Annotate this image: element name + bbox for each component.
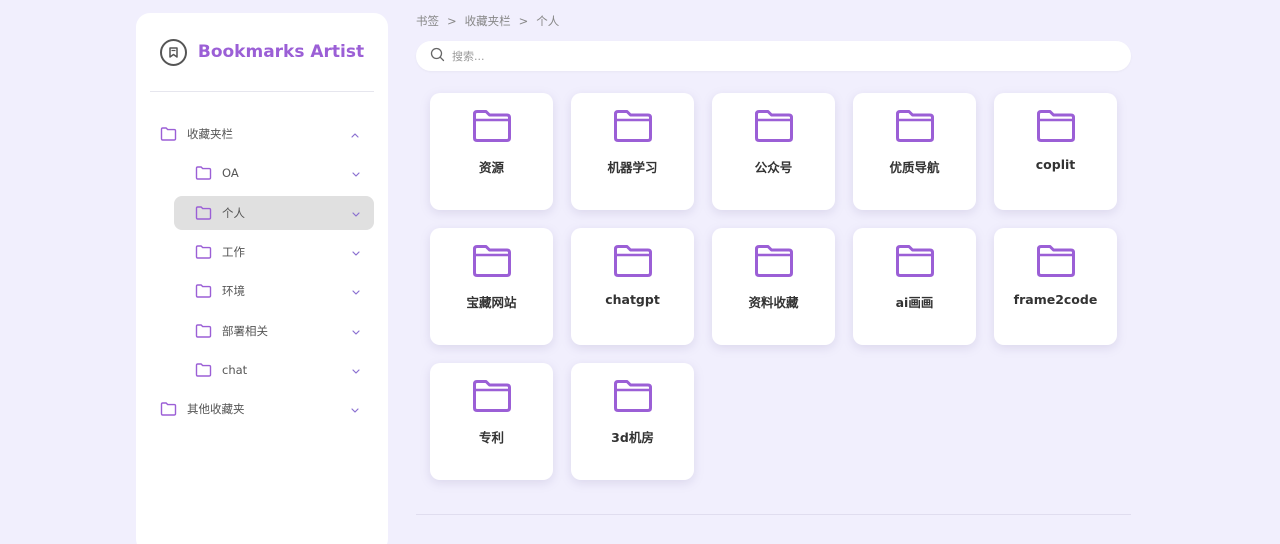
folder-card[interactable]: 机器学习 — [571, 93, 694, 210]
chevron-up-icon[interactable] — [350, 129, 360, 139]
sidebar-item[interactable]: 个人 — [174, 195, 374, 230]
sidebar-item[interactable]: chat — [174, 353, 374, 387]
search-icon — [430, 47, 445, 66]
folder-card[interactable]: coplit — [994, 93, 1117, 210]
breadcrumb-separator: > — [447, 14, 457, 28]
folder-card[interactable]: ai画画 — [853, 228, 976, 345]
folder-icon — [160, 127, 177, 141]
sidebar-item[interactable]: 部署相关 — [174, 314, 374, 348]
folder-card-label: ai画画 — [895, 295, 934, 310]
folder-card[interactable]: 3d机房 — [571, 363, 694, 480]
folder-card-label: frame2code — [1013, 292, 1098, 307]
folder-icon — [472, 109, 512, 143]
sidebar-item-label: chat — [222, 362, 248, 377]
sidebar-item-label: 环境 — [222, 284, 245, 299]
sidebar-item-label: 其他收藏夹 — [187, 402, 245, 417]
breadcrumb-item[interactable]: 收藏夹栏 — [465, 13, 511, 29]
folder-icon — [754, 244, 794, 278]
folder-card[interactable]: 专利 — [430, 363, 553, 480]
folder-card-label: 资源 — [478, 160, 504, 175]
folder-card-label: 专利 — [478, 430, 504, 445]
folder-grid: 资源 机器学习 公众号 优质导航 coplit 宝藏网站 chatgpt 资料收藏 ai画画 fr… — [430, 93, 1130, 480]
folder-icon — [195, 166, 212, 180]
folder-icon — [1036, 109, 1076, 143]
sidebar-item[interactable]: 收藏夹栏 — [160, 117, 360, 151]
folder-icon — [754, 109, 794, 143]
chevron-down-icon[interactable] — [351, 168, 361, 178]
folder-icon — [1036, 244, 1076, 278]
folder-card-label: 优质导航 — [889, 160, 940, 175]
folder-card-label: 宝藏网站 — [466, 295, 517, 310]
breadcrumb-item[interactable]: 个人 — [536, 13, 559, 29]
app-root: Bookmarks Artist 收藏夹栏 OA 个人工作环境部署相关 chat 其他收… — [0, 0, 1280, 544]
content-divider — [416, 514, 1131, 515]
chevron-down-icon[interactable] — [351, 247, 361, 257]
folder-card[interactable]: 资料收藏 — [712, 228, 835, 345]
folder-card[interactable]: 宝藏网站 — [430, 228, 553, 345]
search-input[interactable] — [452, 49, 1092, 63]
breadcrumb-separator: > — [518, 14, 529, 28]
folder-card[interactable]: frame2code — [994, 228, 1117, 345]
folder-icon — [613, 109, 653, 143]
folder-card-label: 公众号 — [754, 160, 793, 175]
folder-icon — [160, 402, 177, 416]
sidebar-item-label: 工作 — [222, 244, 245, 259]
folder-icon — [195, 323, 212, 338]
folder-icon — [895, 244, 935, 278]
folder-icon — [195, 245, 212, 259]
folder-card-label: chatgpt — [605, 292, 660, 307]
chevron-down-icon[interactable] — [351, 365, 361, 375]
folder-icon — [195, 363, 212, 377]
chevron-down-icon[interactable] — [351, 286, 361, 296]
folder-icon — [472, 379, 512, 413]
bookmark-icon — [159, 38, 187, 66]
sidebar-item[interactable]: 工作 — [174, 235, 374, 269]
search-bar — [416, 41, 1131, 71]
folder-card-label: coplit — [1035, 157, 1076, 172]
folder-icon — [472, 244, 512, 278]
folder-card[interactable]: 优质导航 — [853, 93, 976, 210]
folder-card-label: 3d机房 — [611, 430, 654, 445]
folder-icon — [895, 109, 935, 143]
sidebar-item[interactable]: 其他收藏夹 — [160, 392, 360, 426]
breadcrumb: 书签 > 收藏夹栏 > 个人 — [416, 13, 559, 29]
sidebar: Bookmarks Artist 收藏夹栏 OA 个人工作环境部署相关 chat 其他收… — [136, 13, 388, 544]
folder-icon — [195, 205, 212, 220]
sidebar-item-label: 个人 — [222, 205, 245, 220]
folder-icon — [613, 379, 653, 413]
breadcrumb-item[interactable]: 书签 — [416, 13, 439, 29]
folder-card-label: 机器学习 — [607, 160, 658, 175]
app-title: Bookmarks Artist — [197, 42, 365, 62]
sidebar-item-label: OA — [222, 166, 239, 181]
folder-icon — [195, 284, 212, 298]
folder-card[interactable]: 资源 — [430, 93, 553, 210]
folder-icon — [613, 244, 653, 278]
chevron-down-icon[interactable] — [351, 208, 361, 218]
brand-header: Bookmarks Artist — [150, 13, 374, 92]
folder-card[interactable]: 公众号 — [712, 93, 835, 210]
sidebar-item[interactable]: 环境 — [174, 274, 374, 308]
chevron-down-icon[interactable] — [351, 326, 361, 336]
chevron-down-icon[interactable] — [350, 404, 360, 414]
folder-card[interactable]: chatgpt — [571, 228, 694, 345]
sidebar-item-label: 收藏夹栏 — [187, 127, 233, 141]
folder-card-label: 资料收藏 — [748, 295, 799, 310]
sidebar-item[interactable]: OA — [174, 156, 374, 190]
sidebar-item-label: 部署相关 — [222, 323, 268, 338]
